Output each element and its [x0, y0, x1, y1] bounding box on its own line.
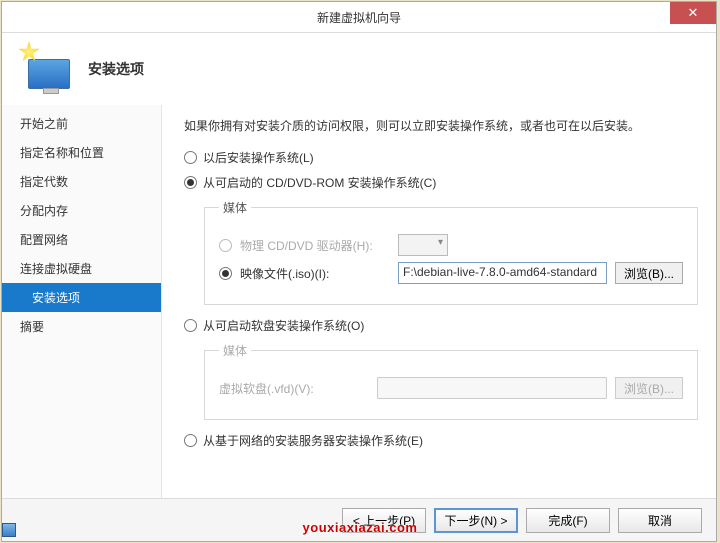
content-pane: 如果你拥有对安装介质的访问权限，则可以立即安装操作系统，或者也可在以后安装。 以…: [162, 105, 716, 498]
iso-row: 映像文件(.iso)(I): F:\debian-live-7.8.0-amd6…: [219, 262, 683, 284]
radio-icon[interactable]: [219, 267, 232, 280]
page-title: 安装选项: [88, 59, 144, 79]
option-install-later[interactable]: 以后安装操作系统(L): [184, 149, 698, 166]
nav-virtual-disk[interactable]: 连接虚拟硬盘: [2, 254, 161, 283]
wizard-body: 开始之前 指定名称和位置 指定代数 分配内存 配置网络 连接虚拟硬盘 安装选项 …: [2, 105, 716, 498]
nav-generation[interactable]: 指定代数: [2, 167, 161, 196]
physical-drive-row: 物理 CD/DVD 驱动器(H):: [219, 234, 683, 256]
option-network[interactable]: 从基于网络的安装服务器安装操作系统(E): [184, 432, 698, 449]
nav-summary[interactable]: 摘要: [2, 312, 161, 341]
media-group-floppy: 媒体 虚拟软盘(.vfd)(V): 浏览(B)...: [204, 342, 698, 420]
radio-icon: [184, 319, 197, 332]
option-label: 从可启动的 CD/DVD-ROM 安装操作系统(C): [203, 174, 436, 191]
option-label: 从可启动软盘安装操作系统(O): [203, 317, 364, 334]
iso-path-input[interactable]: F:\debian-live-7.8.0-amd64-standard: [398, 262, 607, 284]
option-floppy[interactable]: 从可启动软盘安装操作系统(O): [184, 317, 698, 334]
titlebar: 新建虚拟机向导 ✕: [2, 2, 716, 33]
cancel-button[interactable]: 取消: [618, 508, 702, 533]
radio-icon: [184, 151, 197, 164]
media-legend: 媒体: [219, 342, 251, 359]
nav-memory[interactable]: 分配内存: [2, 196, 161, 225]
option-label: 从基于网络的安装服务器安装操作系统(E): [203, 432, 423, 449]
nav-network[interactable]: 配置网络: [2, 225, 161, 254]
vfd-path-input: [377, 377, 607, 399]
close-button[interactable]: ✕: [670, 2, 716, 24]
radio-icon: [184, 434, 197, 447]
nav-before-begin[interactable]: 开始之前: [2, 109, 161, 138]
browse-vfd-button: 浏览(B)...: [615, 377, 683, 399]
wizard-window: 新建虚拟机向导 ✕ 安装选项 开始之前 指定名称和位置 指定代数 分配内存 配置…: [1, 1, 717, 542]
nav-name-location[interactable]: 指定名称和位置: [2, 138, 161, 167]
finish-button[interactable]: 完成(F): [526, 508, 610, 533]
description-text: 如果你拥有对安装介质的访问权限，则可以立即安装操作系统，或者也可在以后安装。: [184, 117, 698, 135]
option-label: 以后安装操作系统(L): [203, 149, 314, 166]
watermark-text: youxiaxiazai.com: [303, 520, 418, 535]
radio-icon: [219, 239, 232, 252]
media-legend: 媒体: [219, 199, 251, 216]
physical-drive-label: 物理 CD/DVD 驱动器(H):: [240, 237, 390, 254]
radio-icon: [184, 176, 197, 189]
window-title: 新建虚拟机向导: [2, 9, 716, 26]
wizard-header: 安装选项: [2, 33, 716, 105]
vfd-row: 虚拟软盘(.vfd)(V): 浏览(B)...: [219, 377, 683, 399]
taskbar-app-icon: [2, 523, 16, 537]
browse-iso-button[interactable]: 浏览(B)...: [615, 262, 683, 284]
nav-sidebar: 开始之前 指定名称和位置 指定代数 分配内存 配置网络 连接虚拟硬盘 安装选项 …: [2, 105, 162, 498]
wizard-icon: [22, 45, 70, 93]
media-group-cddvd: 媒体 物理 CD/DVD 驱动器(H): 映像文件(.iso)(I): F:\d…: [204, 199, 698, 305]
iso-label: 映像文件(.iso)(I):: [240, 265, 390, 282]
physical-drive-combo: [398, 234, 448, 256]
option-cddvd[interactable]: 从可启动的 CD/DVD-ROM 安装操作系统(C): [184, 174, 698, 191]
next-button[interactable]: 下一步(N) >: [434, 508, 518, 533]
vfd-label: 虚拟软盘(.vfd)(V):: [219, 380, 369, 397]
nav-install-options[interactable]: 安装选项: [2, 283, 161, 312]
